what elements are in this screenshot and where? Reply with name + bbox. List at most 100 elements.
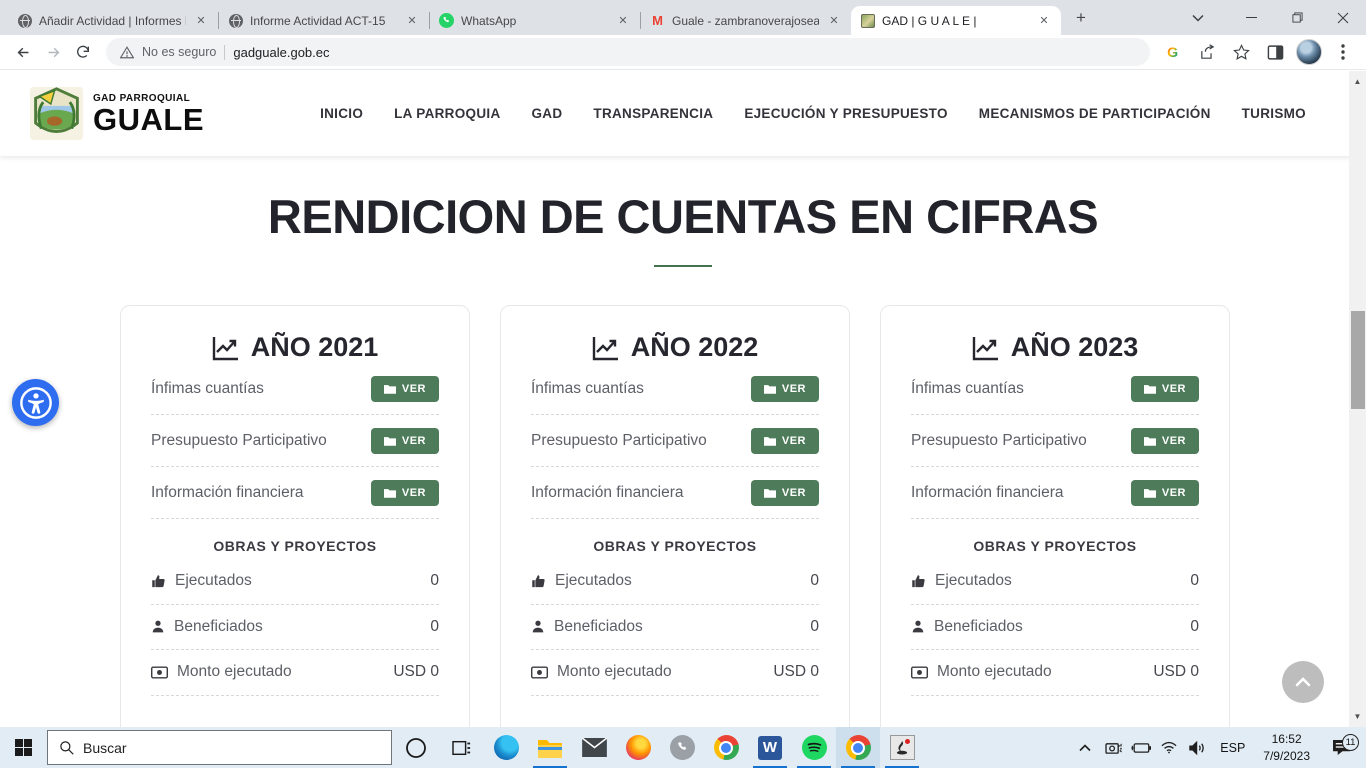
window-controls [1178, 0, 1366, 35]
page-scrollbar[interactable]: ▲ ▼ [1349, 71, 1366, 727]
close-icon[interactable]: ✕ [193, 13, 209, 29]
close-icon[interactable]: ✕ [1036, 13, 1052, 29]
share-icon[interactable] [1192, 37, 1222, 67]
logo-title: GUALE [93, 104, 204, 135]
scrollbar-up-arrow[interactable]: ▲ [1349, 73, 1366, 90]
accessibility-icon [19, 386, 53, 420]
language-indicator[interactable]: ESP [1214, 741, 1251, 755]
globe-icon [17, 13, 32, 28]
ver-button[interactable]: VER [1131, 376, 1199, 402]
stat-row: Ejecutados 0 [151, 559, 439, 605]
tab-gad-guale-active[interactable]: GAD | G U A L E | ✕ [851, 6, 1061, 35]
taskbar-app-file-explorer[interactable] [528, 727, 572, 768]
ver-button[interactable]: VER [751, 428, 819, 454]
taskbar-search-box[interactable]: Buscar [47, 730, 392, 765]
tab-informe-actividad[interactable]: Informe Actividad ACT-15 ✕ [219, 6, 429, 35]
stat-label: Beneficiados [554, 618, 643, 636]
link-label: Presupuesto Participativo [151, 432, 327, 450]
link-row: Presupuesto Participativo VER [531, 415, 819, 467]
taskbar-app-mail[interactable] [572, 727, 616, 768]
forward-icon[interactable] [38, 37, 68, 67]
new-tab-button[interactable]: + [1067, 4, 1095, 32]
taskbar-app-firefox[interactable] [616, 727, 660, 768]
reload-icon[interactable] [68, 37, 98, 67]
stat-label: Monto ejecutado [177, 663, 292, 681]
money-bill-icon [911, 666, 928, 679]
stat-label: Ejecutados [935, 572, 1012, 590]
close-icon[interactable]: ✕ [826, 13, 842, 29]
tab-search-chevron-icon[interactable] [1178, 0, 1218, 35]
clock[interactable]: 16:52 7/9/2023 [1257, 731, 1316, 763]
tab-anadir-actividad[interactable]: Añadir Actividad | Informes M ✕ [8, 6, 218, 35]
taskbar-app-java[interactable] [880, 727, 924, 768]
page-title: RENDICION DE CUENTAS EN CIFRAS [0, 189, 1366, 244]
cortana-button[interactable] [392, 727, 440, 768]
action-center-button[interactable]: 11 [1322, 739, 1360, 756]
browser-menu-icon[interactable] [1328, 37, 1358, 67]
folder-icon [384, 488, 396, 498]
tab-title: Informe Actividad ACT-15 [250, 14, 397, 28]
taskbar-app-word[interactable]: W [748, 727, 792, 768]
taskbar-app-spotify[interactable] [792, 727, 836, 768]
profile-avatar[interactable] [1294, 37, 1324, 67]
close-window-button[interactable] [1320, 0, 1366, 35]
nav-la-parroquia[interactable]: LA PARROQUIA [394, 106, 500, 121]
ver-button[interactable]: VER [1131, 480, 1199, 506]
nav-gad[interactable]: GAD [532, 106, 563, 121]
link-row: Información financiera VER [531, 467, 819, 519]
system-tray: ESP 16:52 7/9/2023 11 [1074, 727, 1366, 768]
scroll-to-top-button[interactable] [1282, 661, 1324, 703]
accessibility-widget-button[interactable] [12, 379, 59, 426]
task-view-button[interactable] [440, 727, 484, 768]
tab-gmail-guale[interactable]: M Guale - zambranoverajoseam ✕ [641, 6, 851, 35]
task-view-icon [452, 739, 472, 757]
folder-icon [764, 436, 776, 446]
card-ano-2023: AÑO 2023 Ínfimas cuantías VER Presupuest… [880, 305, 1230, 727]
google-g-icon[interactable]: G [1158, 37, 1188, 67]
stat-value: 0 [430, 618, 439, 636]
taskbar-app-chrome[interactable] [704, 727, 748, 768]
ver-button[interactable]: VER [371, 376, 439, 402]
bookmark-star-icon[interactable] [1226, 37, 1256, 67]
stat-row: Monto ejecutado USD 0 [911, 650, 1199, 696]
nav-inicio[interactable]: INICIO [320, 106, 363, 121]
taskbar-app-whatsapp[interactable] [660, 727, 704, 768]
back-icon[interactable] [8, 37, 38, 67]
title-divider [654, 265, 712, 267]
wifi-icon[interactable] [1158, 741, 1180, 754]
scrollbar-down-arrow[interactable]: ▼ [1349, 708, 1366, 725]
ver-button[interactable]: VER [751, 480, 819, 506]
close-icon[interactable]: ✕ [615, 13, 631, 29]
scrollbar-thumb[interactable] [1351, 311, 1365, 409]
close-icon[interactable]: ✕ [404, 13, 420, 29]
tab-title: GAD | G U A L E | [882, 14, 1029, 28]
ver-button[interactable]: VER [1131, 428, 1199, 454]
meet-now-icon[interactable] [1102, 741, 1124, 755]
tray-time: 16:52 [1272, 732, 1302, 746]
site-logo[interactable]: GAD PARROQUIAL GUALE [28, 85, 204, 142]
ver-button[interactable]: VER [371, 428, 439, 454]
address-bar[interactable]: No es seguro gadguale.gob.ec [106, 38, 1150, 66]
start-button[interactable] [0, 727, 47, 768]
nav-ejecucion-presupuesto[interactable]: EJECUCIÓN Y PRESUPUESTO [744, 106, 947, 121]
stat-row: Ejecutados 0 [531, 559, 819, 605]
side-panel-icon[interactable] [1260, 37, 1290, 67]
nav-mecanismos-participacion[interactable]: MECANISMOS DE PARTICIPACIÓN [979, 106, 1211, 121]
nav-turismo[interactable]: TURISMO [1242, 106, 1306, 121]
money-bill-icon [531, 666, 548, 679]
tray-chevron-up-icon[interactable] [1074, 744, 1096, 752]
ver-button[interactable]: VER [751, 376, 819, 402]
tab-whatsapp[interactable]: WhatsApp ✕ [430, 6, 640, 35]
ver-button[interactable]: VER [371, 480, 439, 506]
volume-icon[interactable] [1186, 741, 1208, 755]
taskbar-app-edge[interactable] [484, 727, 528, 768]
link-row: Ínfimas cuantías VER [151, 363, 439, 415]
tray-date: 7/9/2023 [1263, 749, 1310, 763]
minimize-button[interactable] [1228, 0, 1274, 35]
battery-icon[interactable] [1130, 742, 1152, 754]
stat-row: Monto ejecutado USD 0 [151, 650, 439, 696]
maximize-button[interactable] [1274, 0, 1320, 35]
card-year-label: AÑO 2021 [251, 332, 379, 363]
nav-transparencia[interactable]: TRANSPARENCIA [593, 106, 713, 121]
taskbar-app-chrome-active[interactable] [836, 727, 880, 768]
